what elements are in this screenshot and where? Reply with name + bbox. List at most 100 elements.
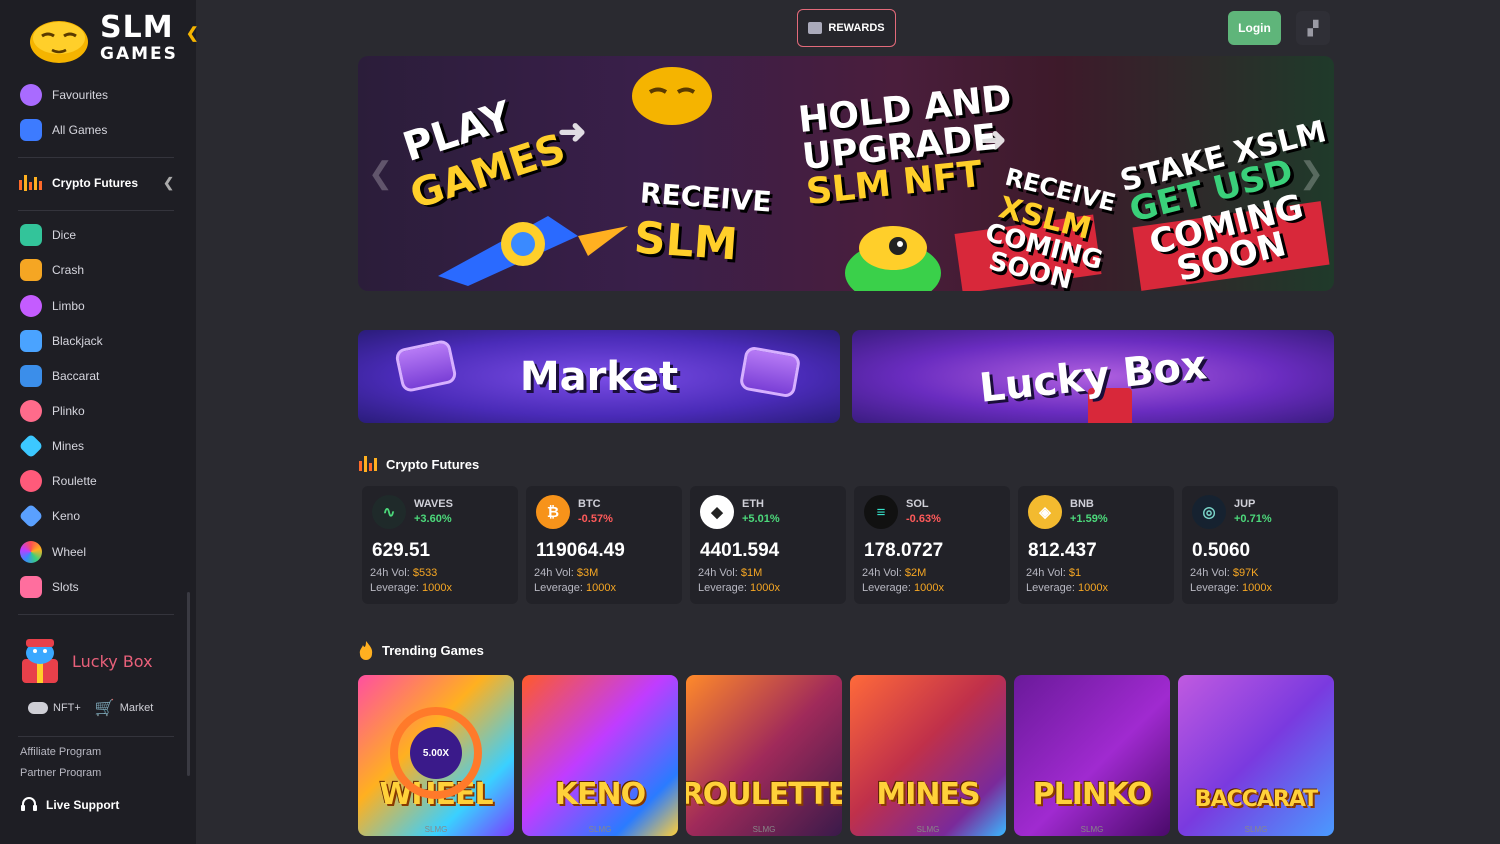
market-link[interactable]: 🛒 Market (95, 698, 154, 718)
sidebar-item-favourites[interactable]: Favourites (20, 82, 108, 108)
nft-link[interactable]: NFT+ (28, 698, 81, 718)
crypto-card-btc[interactable]: ₿ BTC -0.57% 119064.49 24h Vol: $3M Leverage:… (526, 486, 682, 604)
login-button[interactable]: Login (1228, 11, 1281, 45)
lev-label: Leverage: (862, 582, 911, 594)
carousel-next-icon[interactable]: ❯ (1299, 156, 1324, 191)
live-support-button[interactable]: Live Support (20, 796, 119, 814)
sidebar-item-baccarat[interactable]: Baccarat (20, 363, 99, 389)
crypto-volume: 24h Vol: $1M (698, 567, 762, 579)
sidebar-item-dice[interactable]: Dice (20, 222, 76, 248)
chevron-left-icon[interactable]: ❮ (163, 175, 174, 191)
roulette-icon (20, 470, 42, 492)
lev-label: Leverage: (370, 582, 419, 594)
game-tile-roulette[interactable]: ROULETTE SLMG (686, 675, 842, 836)
crypto-card-bnb[interactable]: ◈ BNB +1.59% 812.437 24h Vol: $1 Leverage: 10… (1018, 486, 1174, 604)
sidebar-item-label: Slots (52, 580, 79, 594)
game-title: MINES (876, 777, 980, 812)
crypto-card-eth[interactable]: ◆ ETH +5.01% 4401.594 24h Vol: $1M Leverage: … (690, 486, 846, 604)
crypto-card-sol[interactable]: ≡ SOL -0.63% 178.0727 24h Vol: $2M Leverage: … (854, 486, 1010, 604)
vol-label: 24h Vol: (1026, 567, 1066, 579)
game-tile-wheel[interactable]: 5.00X WHEEL SLMG (358, 675, 514, 836)
sidebar-item-crash[interactable]: Crash (20, 257, 84, 283)
vol-label: 24h Vol: (862, 567, 902, 579)
lev-label: Leverage: (698, 582, 747, 594)
lucky-box-banner[interactable]: Lucky Box (852, 330, 1334, 423)
rewards-label: REWARDS (828, 22, 885, 34)
crypto-card-jup[interactable]: ◎ JUP +0.71% 0.5060 24h Vol: $97K Leverage: 1… (1182, 486, 1338, 604)
game-provider: SLMG (916, 825, 940, 834)
sidebar-lucky-box[interactable]: Lucky Box (18, 636, 174, 686)
hero-banner[interactable]: ❮ ❯ PLAY GAMES ➜ RECEIVE SLM HOLD AND UP… (358, 56, 1334, 291)
coin-waves-icon: ∿ (372, 495, 406, 529)
brand-line2: GAMES (100, 44, 178, 64)
lev-label: Leverage: (1190, 582, 1239, 594)
sidebar-item-label: Roulette (52, 474, 97, 488)
game-title: BACCARAT (1194, 787, 1318, 812)
game-tile-baccarat[interactable]: BACCARAT SLMG (1178, 675, 1334, 836)
divider (18, 157, 174, 158)
crypto-symbol: ETH (742, 498, 764, 510)
crypto-change: -0.63% (906, 513, 941, 525)
sidebar-item-wheel[interactable]: Wheel (20, 539, 86, 565)
sidebar-item-plinko[interactable]: Plinko (20, 398, 85, 424)
rocket-icon (438, 216, 628, 286)
crypto-leverage: Leverage: 1000x (1026, 582, 1108, 594)
lev-value: 1000x (750, 582, 780, 594)
sidebar-item-limbo[interactable]: Limbo (20, 293, 85, 319)
lev-label: Leverage: (534, 582, 583, 594)
flame-icon (359, 641, 373, 660)
game-title: ROULETTE (686, 777, 842, 812)
carousel-prev-icon[interactable]: ❮ (368, 156, 393, 191)
crypto-volume: 24h Vol: $533 (370, 567, 437, 579)
chat-button[interactable]: ▞ (1296, 11, 1330, 45)
crypto-leverage: Leverage: 1000x (370, 582, 452, 594)
crypto-change: +0.71% (1234, 513, 1272, 525)
lev-value: 1000x (422, 582, 452, 594)
collapse-sidebar-button[interactable]: ❮ (186, 24, 202, 46)
lev-label: Leverage: (1026, 582, 1075, 594)
sidebar-item-keno[interactable]: Keno (18, 503, 80, 529)
trending-games-title: Trending Games (382, 642, 484, 658)
sidebar-item-slots[interactable]: Slots (20, 574, 79, 600)
partner-program-link[interactable]: Partner Program (20, 767, 101, 777)
game-title: PLINKO (1032, 777, 1153, 812)
rewards-button[interactable]: REWARDS (797, 9, 896, 47)
game-tile-mines[interactable]: MINES SLMG (850, 675, 1006, 836)
sidebar-item-roulette[interactable]: Roulette (20, 468, 97, 494)
affiliate-program-link[interactable]: Affiliate Program (20, 746, 101, 758)
sidebar-item-label: Mines (52, 439, 85, 453)
vol-value: $2M (904, 567, 927, 579)
game-tile-plinko[interactable]: PLINKO SLMG (1014, 675, 1170, 836)
game-provider: SLMG (588, 825, 612, 834)
lucky-box-mascot-icon (22, 639, 58, 683)
sidebar-section-crypto-futures[interactable]: Crypto Futures ❮ (18, 168, 174, 198)
brand-logo[interactable]: SLM GAMES (28, 6, 176, 66)
game-provider: SLMG (752, 825, 776, 834)
dice-icon (20, 224, 42, 246)
sidebar-scrollbar[interactable] (187, 592, 190, 776)
sidebar-item-label: All Games (52, 123, 108, 137)
crypto-price: 0.5060 (1192, 540, 1251, 561)
game-tile-keno[interactable]: KENO SLMG (522, 675, 678, 836)
sidebar-item-label: Limbo (52, 299, 85, 313)
cards-icon (20, 330, 42, 352)
lev-value: 1000x (586, 582, 616, 594)
coin-jup-icon: ◎ (1192, 495, 1226, 529)
crypto-symbol: SOL (906, 498, 929, 510)
game-provider: SLMG (1244, 825, 1268, 834)
lev-value: 1000x (1078, 582, 1108, 594)
basket-icon (394, 338, 458, 394)
crypto-symbol: WAVES (414, 498, 453, 510)
game-provider: SLMG (424, 825, 448, 834)
sidebar-item-all-games[interactable]: All Games (20, 117, 107, 143)
sidebar-item-blackjack[interactable]: Blackjack (20, 328, 103, 354)
sidebar-item-mines[interactable]: Mines (18, 433, 85, 459)
planet-icon (20, 295, 42, 317)
divider (18, 614, 174, 615)
crypto-card-waves[interactable]: ∿ WAVES +3.60% 629.51 24h Vol: $533 Leverage:… (362, 486, 518, 604)
sidebar-item-label: Dice (52, 228, 77, 242)
market-banner[interactable]: Market (358, 330, 840, 423)
vol-value: $533 (412, 567, 438, 579)
divider (18, 736, 174, 737)
crypto-price: 119064.49 (536, 540, 625, 561)
